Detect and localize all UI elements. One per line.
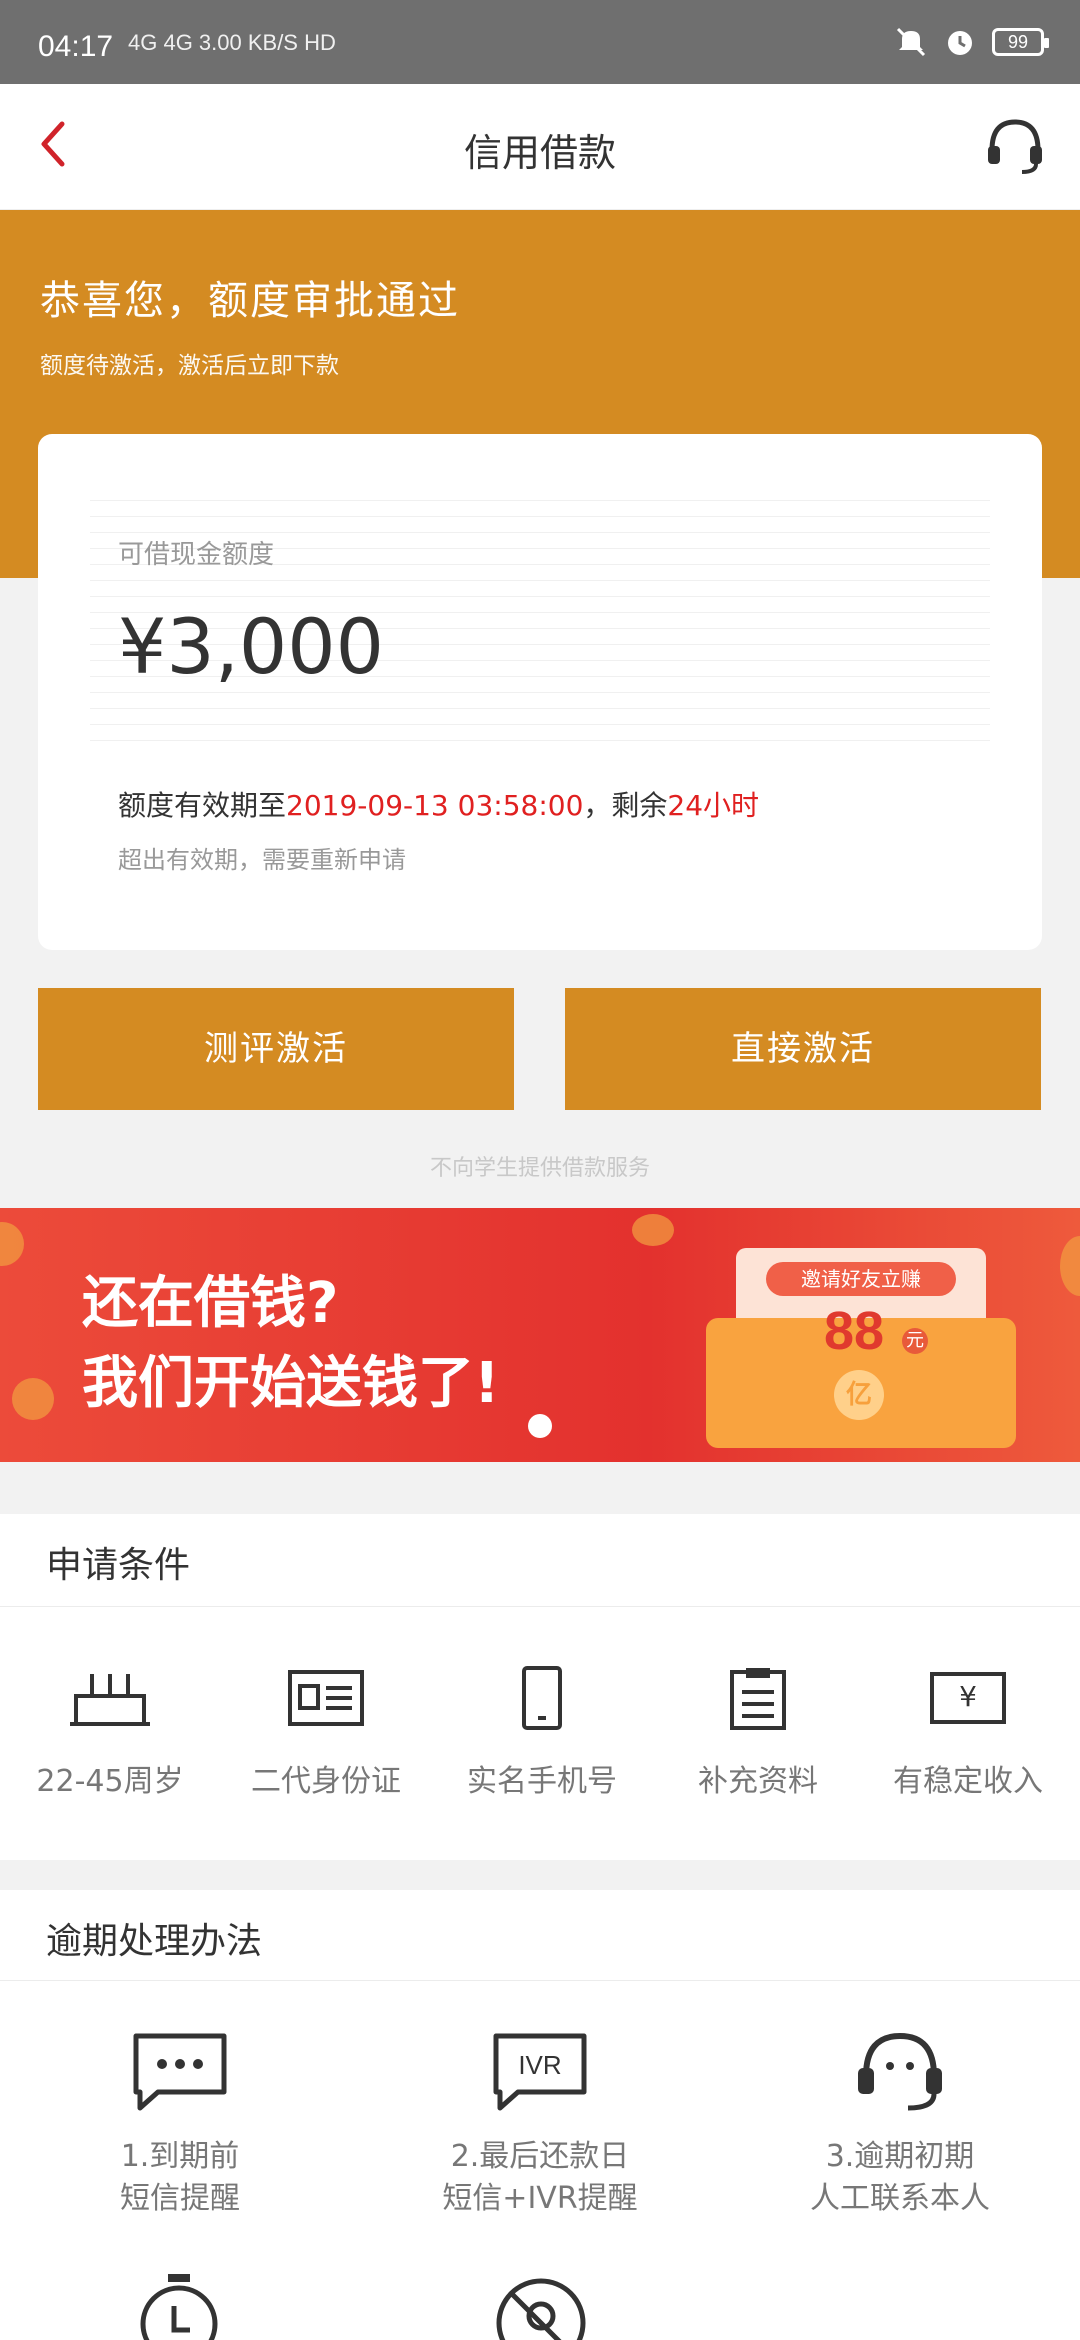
- invite-unit: 元: [902, 1328, 928, 1354]
- promo-banner[interactable]: 还在借钱? 我们开始送钱了! 邀请好友立赚 88 元 亿: [0, 1208, 1080, 1462]
- overdue-step-3: 3.逾期初期 人工联系本人: [720, 2030, 1080, 2220]
- student-notice: 不向学生提供借款服务: [429, 1156, 650, 1181]
- condition-label: 实名手机号: [467, 1764, 617, 1799]
- divider: [0, 1980, 1080, 1981]
- overdue-step-line2: 短信+IVR提醒: [442, 2181, 638, 2216]
- timer-icon: [140, 2274, 218, 2340]
- overdue-step-line1: 2.最后还款日: [450, 2139, 630, 2174]
- condition-label: 有稳定收入: [893, 1764, 1043, 1799]
- carousel-indicator[interactable]: [528, 1414, 552, 1438]
- nav-bar: 信用借款: [0, 84, 1080, 210]
- condition-label: 22-45周岁: [36, 1764, 184, 1799]
- overdue-step-line1: 3.逾期初期: [825, 2139, 975, 2174]
- hero-subtitle: 额度待激活，激活后立即下款: [40, 353, 339, 379]
- condition-phone: 实名手机号: [434, 1666, 650, 1800]
- coin-decoration: [12, 1378, 54, 1420]
- credit-limit-amount: ¥3,000: [118, 602, 384, 691]
- headset-icon: [858, 2032, 942, 2111]
- banner-line2: 我们开始送钱了!: [82, 1351, 500, 1416]
- overdue-step-line2: 短信提醒: [120, 2181, 240, 2216]
- condition-label: 补充资料: [698, 1764, 818, 1799]
- condition-id-card: 二代身份证: [218, 1666, 434, 1800]
- ivr-icon-text: IVR: [518, 2050, 561, 2080]
- condition-label: 二代身份证: [251, 1764, 401, 1799]
- customer-service-icon[interactable]: [982, 112, 1048, 178]
- overdue-step-2: IVR 2.最后还款日 短信+IVR提醒: [360, 2030, 720, 2220]
- validity-date: 2019-09-13 03:58:00: [286, 789, 584, 822]
- clipboard-icon: [730, 1668, 786, 1730]
- credit-limit-label: 可借现金额度: [118, 540, 275, 570]
- validity-note: 超出有效期，需要重新申请: [118, 846, 406, 874]
- validity-remaining: 24小时: [667, 789, 760, 822]
- sms-icon: [133, 2033, 227, 2111]
- hero-title: 恭喜您，额度审批通过: [40, 278, 460, 324]
- network-status: 4G 4G 3.00 KB/S HD: [128, 30, 336, 55]
- coin-decoration: [0, 1222, 24, 1266]
- yen-bill-icon: ¥: [930, 1672, 1006, 1724]
- invite-label: 邀请好友立赚: [766, 1262, 956, 1296]
- validity-text: 额度有效期至2019-09-13 03:58:00，剩余24小时: [118, 784, 759, 824]
- svg-text:¥: ¥: [959, 1680, 977, 1713]
- divider: [0, 1606, 1080, 1607]
- coin-decoration: [632, 1214, 674, 1246]
- invite-amount: 88: [824, 1301, 885, 1361]
- overdue-step-1: 1.到期前 短信提醒: [0, 2030, 360, 2220]
- banner-line1: 还在借钱?: [82, 1271, 339, 1336]
- validity-prefix: 额度有效期至: [118, 789, 287, 822]
- no-contact-icon: [496, 2278, 586, 2340]
- status-bar: 04:17 4G 4G 3.00 KB/S HD 99: [0, 0, 1080, 84]
- condition-supplement: 补充资料: [650, 1666, 866, 1800]
- envelope-seal: 亿: [834, 1370, 884, 1420]
- battery-icon: 99: [992, 28, 1049, 56]
- id-card-icon: [288, 1670, 364, 1726]
- overdue-title: 逾期处理办法: [46, 1921, 263, 1962]
- red-envelope-image: 邀请好友立赚 88 元 亿: [706, 1248, 1016, 1448]
- page-title: 信用借款: [463, 131, 616, 175]
- overdue-step-line2: 人工联系本人: [810, 2181, 990, 2216]
- credit-limit-card: 可借现金额度 ¥3,000 额度有效期至2019-09-13 03:58:00，…: [38, 434, 1042, 950]
- alarm-icon: [948, 31, 972, 55]
- condition-income: ¥ 有稳定收入: [860, 1666, 1076, 1800]
- conditions-title: 申请条件: [46, 1545, 191, 1586]
- overdue-step-line1: 1.到期前: [120, 2139, 240, 2174]
- coin-decoration: [1060, 1236, 1080, 1296]
- mute-icon: [896, 27, 926, 57]
- phone-icon: [522, 1666, 562, 1730]
- ivr-icon: IVR: [493, 2033, 587, 2111]
- birthday-cake-icon: [70, 1674, 150, 1726]
- status-time: 04:17: [38, 30, 114, 63]
- banner-headline: 还在借钱? 我们开始送钱了!: [82, 1264, 500, 1424]
- condition-age: 22-45周岁: [2, 1666, 218, 1800]
- direct-activate-button[interactable]: 直接激活: [565, 988, 1041, 1110]
- validity-mid: ，剩余: [583, 789, 668, 822]
- evaluate-activate-button[interactable]: 测评激活: [38, 988, 514, 1110]
